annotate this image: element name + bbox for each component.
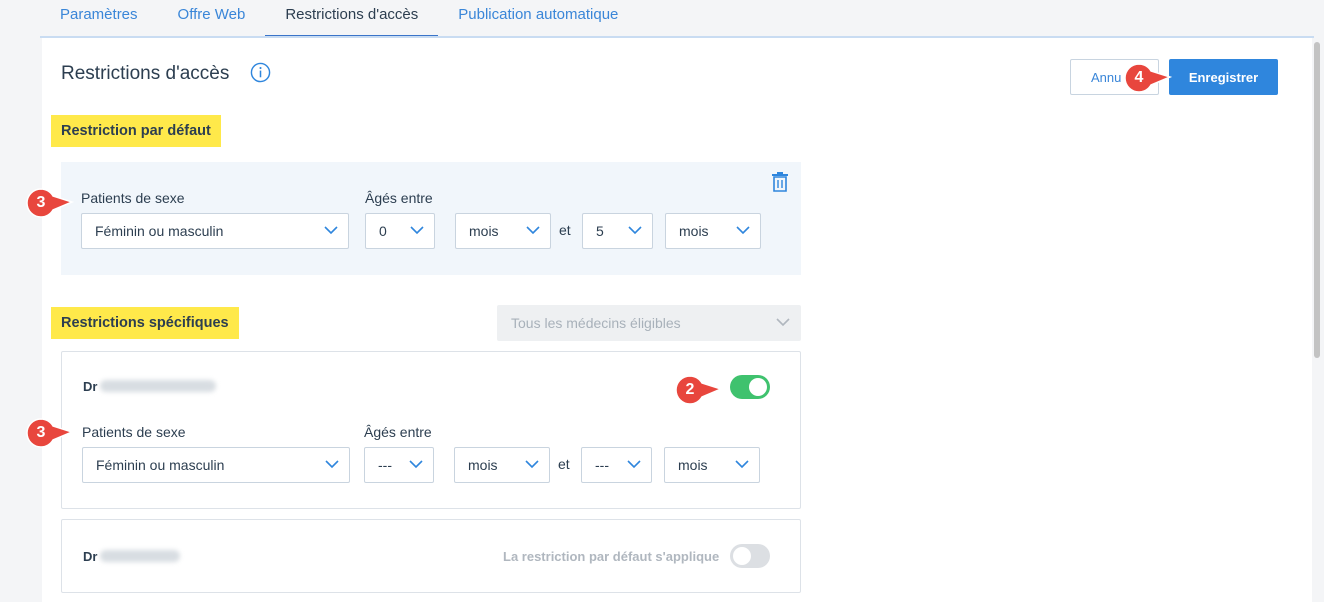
- chevron-down-icon: [409, 460, 423, 469]
- chevron-down-icon: [325, 460, 339, 469]
- doctor-name: Dr: [83, 379, 98, 394]
- scrollbar-thumb[interactable]: [1314, 42, 1320, 358]
- chevron-down-icon: [736, 226, 750, 235]
- callout-badge: 2: [675, 375, 723, 405]
- sex-select[interactable]: Féminin ou masculin: [81, 213, 349, 249]
- sex-select[interactable]: Féminin ou masculin: [82, 447, 350, 483]
- sex-select-value: Féminin ou masculin: [96, 457, 225, 473]
- tab-bar: Paramètres Offre Web Restrictions d'accè…: [40, 0, 638, 38]
- specific-restrictions-heading: Restrictions spécifiques: [51, 307, 239, 339]
- redacted-doctor-name: [100, 380, 216, 392]
- toggle-knob: [749, 378, 767, 396]
- chevron-down-icon: [776, 318, 790, 327]
- sex-label: Patients de sexe: [82, 424, 186, 440]
- age-min-value: 0: [379, 223, 387, 239]
- tab-restrictions-acces[interactable]: Restrictions d'accès: [265, 0, 439, 38]
- age-min-unit-select[interactable]: mois: [455, 213, 551, 249]
- info-icon[interactable]: [250, 62, 271, 83]
- chevron-down-icon: [410, 226, 424, 235]
- callout-badge: 3: [26, 188, 74, 218]
- age-max-value: ---: [595, 457, 609, 473]
- age-min-unit-value: mois: [469, 223, 499, 239]
- doctor-name: Dr: [83, 549, 98, 564]
- doctor-filter-value: Tous les médecins éligibles: [511, 315, 681, 331]
- age-max-unit-value: mois: [678, 457, 708, 473]
- age-min-unit-value: mois: [468, 457, 498, 473]
- sex-label: Patients de sexe: [81, 190, 185, 206]
- age-max-unit-select[interactable]: mois: [665, 213, 761, 249]
- age-min-unit-select[interactable]: mois: [454, 447, 550, 483]
- age-min-select[interactable]: 0: [365, 213, 435, 249]
- trash-icon[interactable]: [769, 171, 791, 193]
- save-button[interactable]: Enregistrer: [1169, 59, 1278, 95]
- age-min-select[interactable]: ---: [364, 447, 434, 483]
- age-label: Âgés entre: [365, 190, 433, 206]
- age-max-value: 5: [596, 223, 604, 239]
- chevron-down-icon: [627, 460, 641, 469]
- age-max-select[interactable]: ---: [581, 447, 652, 483]
- chevron-down-icon: [324, 226, 338, 235]
- sex-select-value: Féminin ou masculin: [95, 223, 224, 239]
- age-label: Âgés entre: [364, 424, 432, 440]
- redacted-doctor-name: [100, 550, 180, 562]
- and-label: et: [559, 222, 571, 238]
- default-applies-note: La restriction par défaut s'applique: [503, 549, 720, 564]
- chevron-down-icon: [526, 226, 540, 235]
- restriction-toggle[interactable]: [730, 544, 770, 568]
- age-max-unit-select[interactable]: mois: [664, 447, 760, 483]
- tab-offre-web[interactable]: Offre Web: [158, 0, 266, 38]
- restriction-toggle[interactable]: [730, 375, 770, 399]
- chevron-down-icon: [735, 460, 749, 469]
- toggle-knob: [733, 547, 751, 565]
- chevron-down-icon: [525, 460, 539, 469]
- age-max-unit-value: mois: [679, 223, 709, 239]
- callout-badge: 3: [26, 418, 74, 448]
- tab-parametres[interactable]: Paramètres: [40, 0, 158, 38]
- chevron-down-icon: [628, 226, 642, 235]
- scrollbar[interactable]: [1312, 40, 1322, 602]
- and-label: et: [558, 456, 570, 472]
- doctor-filter-select[interactable]: Tous les médecins éligibles: [497, 305, 801, 341]
- tab-publication-automatique[interactable]: Publication automatique: [438, 0, 638, 38]
- default-restriction-heading: Restriction par défaut: [51, 115, 221, 147]
- age-max-select[interactable]: 5: [582, 213, 653, 249]
- age-min-value: ---: [378, 457, 392, 473]
- callout-badge: 4: [1124, 63, 1172, 93]
- page-title: Restrictions d'accès: [61, 63, 230, 84]
